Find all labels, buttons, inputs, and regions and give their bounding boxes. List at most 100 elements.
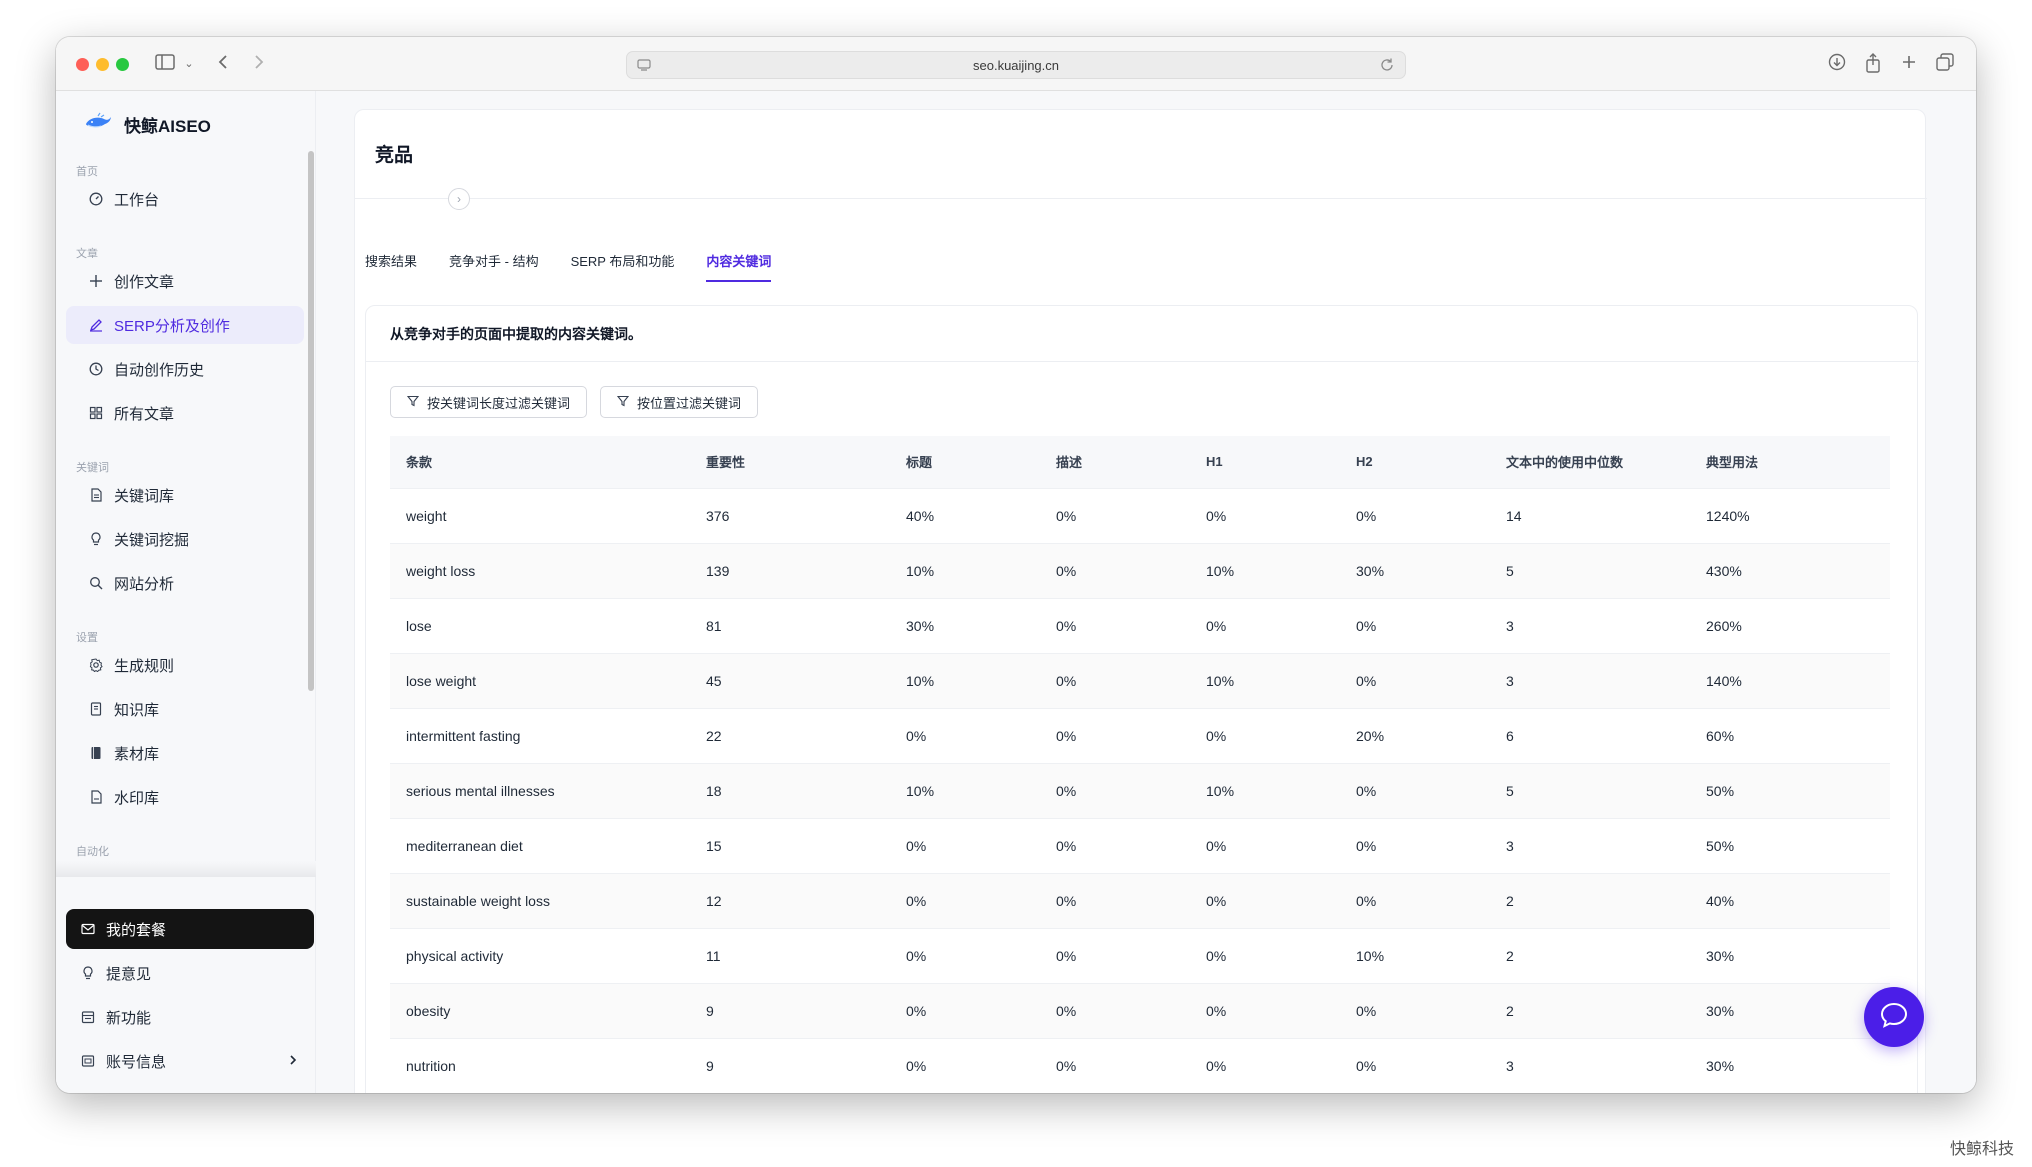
address-bar[interactable]: seo.kuaijing.cn xyxy=(626,51,1406,79)
tab-content-keywords[interactable]: 内容关键词 xyxy=(706,248,772,284)
tab-search-results[interactable]: 搜索结果 xyxy=(365,248,417,284)
table-cell: 376 xyxy=(690,487,890,543)
download-icon[interactable] xyxy=(1826,53,1848,75)
chat-button[interactable] xyxy=(1864,987,1924,1047)
table-row[interactable]: obesity 9 0% 0% 0% 0% 2 30% xyxy=(390,982,1890,1038)
table-cell: 3 xyxy=(1490,597,1690,653)
table-cell: 0% xyxy=(1040,707,1190,763)
collapse-toggle-button[interactable]: › xyxy=(448,188,470,210)
sidebar-item-site-analysis[interactable]: 网站分析 xyxy=(66,564,304,602)
table-cell: 0% xyxy=(1040,597,1190,653)
watermark-text: 快鲸科技 xyxy=(1950,1141,2015,1158)
table-cell: nutrition xyxy=(390,1037,690,1093)
table-row[interactable]: nutrition 9 0% 0% 0% 0% 3 30% xyxy=(390,1037,1890,1093)
table-cell: 30% xyxy=(1690,1037,1890,1093)
table-cell: 11 xyxy=(690,927,890,983)
table-cell: 0% xyxy=(1190,1037,1340,1093)
chevron-down-icon[interactable]: ⌄ xyxy=(182,53,196,75)
sidebar-item-serp-analysis[interactable]: SERP分析及创作 xyxy=(66,306,304,344)
zoom-window-button[interactable] xyxy=(116,58,129,71)
share-icon[interactable] xyxy=(1862,53,1884,75)
table-cell: sustainable weight loss xyxy=(390,872,690,928)
sidebar-item-watermarks[interactable]: 水印库 xyxy=(66,778,304,816)
sidebar-item-label: 生成规则 xyxy=(114,657,175,675)
table-cell: 3 xyxy=(1490,652,1690,708)
sidebar-item-feedback[interactable]: 提意见 xyxy=(66,954,314,992)
column-header[interactable]: H1 xyxy=(1190,436,1340,488)
sidebar-item-knowledge-base[interactable]: 知识库 xyxy=(66,690,304,728)
table-cell: 0% xyxy=(1190,707,1340,763)
filter-by-length-button[interactable]: 按关键词长度过滤关键词 xyxy=(390,386,588,418)
table-cell: 50% xyxy=(1690,762,1890,818)
sidebar-item-all-articles[interactable]: 所有文章 xyxy=(66,394,304,432)
column-header[interactable]: 文本中的使用中位数 xyxy=(1490,436,1690,488)
table-row[interactable]: lose weight 45 10% 0% 10% 0% 3 140% xyxy=(390,652,1890,708)
table-cell: 30% xyxy=(890,597,1040,653)
table-cell: 0% xyxy=(1340,817,1490,873)
table-row[interactable]: intermittent fasting 22 0% 0% 0% 20% 6 60% xyxy=(390,707,1890,763)
table-row[interactable]: serious mental illnesses 18 10% 0% 10% 0% 5 50% xyxy=(390,762,1890,818)
table-row[interactable]: weight 376 40% 0% 0% 0% 14 1240% xyxy=(390,487,1890,543)
section-label-automation: 自动化 xyxy=(76,846,109,858)
sidebar-item-dashboard[interactable]: 工作台 xyxy=(66,180,304,218)
competitor-card: 竞品 › 搜索结果 竞争对手 - 结构 SERP 布局和功能 内容关键词 从竞争… xyxy=(354,109,1927,1093)
column-header[interactable]: 标题 xyxy=(890,436,1040,488)
table-cell: 5 xyxy=(1490,542,1690,598)
table-cell: 40% xyxy=(1690,872,1890,928)
sidebar-item-generation-rules[interactable]: 生成规则 xyxy=(66,646,304,684)
filter-label: 按关键词长度过滤关键词 xyxy=(427,395,571,411)
back-icon[interactable] xyxy=(214,53,232,75)
table-cell: 14 xyxy=(1490,487,1690,543)
table-cell: 20% xyxy=(1340,707,1490,763)
sidebar-scrollbar[interactable] xyxy=(308,151,314,691)
tab-serp-layout[interactable]: SERP 布局和功能 xyxy=(571,248,675,284)
table-cell: 0% xyxy=(890,872,1040,928)
table-row[interactable]: physical activity 11 0% 0% 0% 10% 2 30% xyxy=(390,927,1890,983)
table-cell: 0% xyxy=(1190,487,1340,543)
forward-icon[interactable] xyxy=(250,53,268,75)
minimize-window-button[interactable] xyxy=(96,58,109,71)
sidebar-item-materials[interactable]: 素材库 xyxy=(66,734,304,772)
browser-window: ⌄ seo.kuaijing.cn 快鲸AISEO 首页 工作台 文章 创作文章… xyxy=(56,37,1976,1093)
tab-competitor-structure[interactable]: 竞争对手 - 结构 xyxy=(449,248,539,284)
sidebar-item-auto-history[interactable]: 自动创作历史 xyxy=(66,350,304,388)
column-header[interactable]: 描述 xyxy=(1040,436,1190,488)
column-header[interactable]: 重要性 xyxy=(690,436,890,488)
table-cell: serious mental illnesses xyxy=(390,762,690,818)
column-header[interactable]: H2 xyxy=(1340,436,1490,488)
filter-by-position-button[interactable]: 按位置过滤关键词 xyxy=(600,386,759,418)
table-row[interactable]: weight loss 139 10% 0% 10% 30% 5 430% xyxy=(390,542,1890,598)
sidebar-item-create-article[interactable]: 创作文章 xyxy=(66,262,304,300)
table-cell: 10% xyxy=(1340,927,1490,983)
sidebar-item-new-features[interactable]: 新功能 xyxy=(66,998,314,1036)
table-cell: 0% xyxy=(1340,652,1490,708)
sidebar-item-keyword-mining[interactable]: 关键词挖掘 xyxy=(66,520,304,558)
calendar-icon xyxy=(80,1009,96,1025)
plus-icon xyxy=(88,273,104,289)
sidebar-item-my-plan[interactable]: 我的套餐 xyxy=(66,909,314,949)
table-cell: 0% xyxy=(890,982,1040,1038)
table-cell: 10% xyxy=(1190,542,1340,598)
main-content: 竞品 › 搜索结果 竞争对手 - 结构 SERP 布局和功能 内容关键词 从竞争… xyxy=(316,91,1976,1093)
table-cell: 10% xyxy=(1190,762,1340,818)
brand[interactable]: 快鲸AISEO xyxy=(84,109,211,139)
section-label-settings: 设置 xyxy=(76,632,98,644)
table-cell: 0% xyxy=(1340,597,1490,653)
sidebar-item-account-info[interactable]: 账号信息 xyxy=(66,1042,314,1080)
sidebar-toggle-icon[interactable] xyxy=(154,53,176,75)
table-row[interactable]: lose 81 30% 0% 0% 0% 3 260% xyxy=(390,597,1890,653)
new-tab-icon[interactable] xyxy=(1898,53,1920,75)
close-window-button[interactable] xyxy=(76,58,89,71)
tab-overview-icon[interactable] xyxy=(1934,53,1956,75)
column-header[interactable]: 典型用法 xyxy=(1690,436,1890,488)
sidebar-item-label: 关键词库 xyxy=(114,487,175,505)
sidebar-item-keyword-library[interactable]: 关键词库 xyxy=(66,476,304,514)
bulb-icon xyxy=(80,965,96,981)
table-cell: intermittent fasting xyxy=(390,707,690,763)
column-header[interactable]: 条款 xyxy=(390,436,690,488)
table-cell: weight xyxy=(390,487,690,543)
table-header-row: 条款 重要性 标题 描述 H1 H2 文本中的使用中位数 典型用法 xyxy=(390,436,1890,488)
table-row[interactable]: mediterranean diet 15 0% 0% 0% 0% 3 50% xyxy=(390,817,1890,873)
reload-icon[interactable] xyxy=(1379,57,1395,73)
table-row[interactable]: sustainable weight loss 12 0% 0% 0% 0% 2 40% xyxy=(390,872,1890,928)
